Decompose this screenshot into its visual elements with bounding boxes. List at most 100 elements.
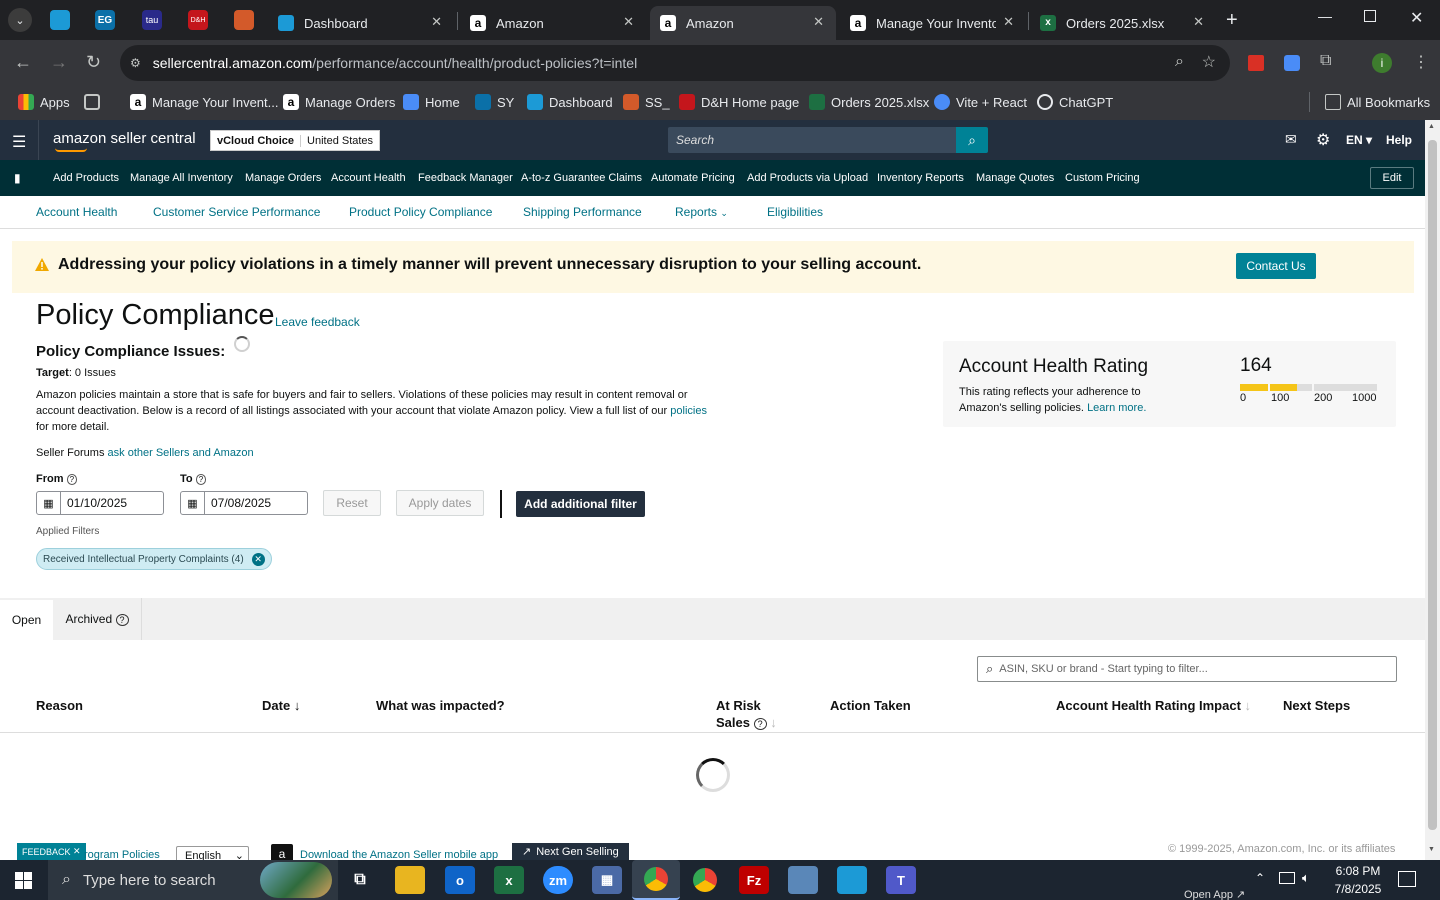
filezilla-icon[interactable]: Fz [739,866,769,894]
ask-sellers-link[interactable]: ask other Sellers and Amazon [108,447,254,459]
tab-dashboard[interactable]: Dashboard ✕ [268,6,454,40]
minimize-icon[interactable]: — [1318,8,1332,24]
help-link[interactable]: Help [1386,133,1412,147]
close-tab-icon[interactable]: ✕ [1003,14,1014,30]
extension-blue-icon[interactable] [1284,55,1300,71]
nav-manage-quotes[interactable]: Manage Quotes [976,172,1054,184]
nav-account-health[interactable]: Account Health [331,172,406,184]
tab-orders-xlsx[interactable]: x Orders 2025.xlsx ✕ [1030,6,1216,40]
pinned-tab-2[interactable]: EG [95,10,115,30]
nav-feedback-manager[interactable]: Feedback Manager [418,172,513,184]
settings-gear-icon[interactable]: ⚙ [1316,130,1330,150]
zoom-app-icon[interactable]: zm [543,866,573,894]
bookmark-icon[interactable]: ▮ [14,171,21,185]
nav-custom-pricing[interactable]: Custom Pricing [1065,172,1140,184]
sort-icon[interactable]: ↓ [770,715,777,730]
help-icon[interactable]: ? [115,614,129,626]
pinned-tab-4[interactable]: D&H [188,10,208,30]
bookmark-sy[interactable]: SY [475,94,514,110]
help-icon[interactable]: ? [66,474,78,485]
scroll-down-icon[interactable]: ▼ [1428,846,1435,853]
close-tab-icon[interactable]: ✕ [623,14,634,30]
dashboard-app-icon[interactable] [837,866,867,894]
restore-icon[interactable] [1364,10,1376,22]
scroll-up-icon[interactable]: ▲ [1428,123,1435,130]
hamburger-menu-icon[interactable]: ☰ [12,132,26,152]
clock[interactable]: 6:08 PM 7/8/2025 [1330,864,1386,896]
notepad-icon[interactable] [788,866,818,894]
show-hidden-icons-icon[interactable]: ⌃ [1255,871,1265,885]
bookmark-chatgpt[interactable]: ChatGPT [1037,94,1113,110]
leave-feedback-link[interactable]: Leave feedback [275,315,360,329]
learn-more-link[interactable]: Learn more. [1087,402,1146,414]
language-selector[interactable]: EN ▾ [1346,133,1372,147]
new-tab-icon[interactable]: + [1226,9,1238,32]
nav-inventory-reports[interactable]: Inventory Reports [877,172,964,184]
nav-manage-all-inventory[interactable]: Manage All Inventory [130,172,233,184]
forward-icon[interactable]: → [50,52,68,73]
tab-manage-inventory[interactable]: a Manage Your Inventor ✕ [840,6,1026,40]
help-icon[interactable]: ? [753,718,767,730]
scrollbar-thumb[interactable] [1428,140,1437,830]
mail-icon[interactable]: ✉ [1285,131,1297,148]
table-filter-input[interactable]: ⌕ ASIN, SKU or brand - Start typing to f… [977,656,1397,682]
file-explorer-icon[interactable] [395,866,425,894]
help-icon[interactable]: ? [195,474,207,485]
search-input[interactable]: Search [668,127,956,153]
close-window-icon[interactable]: ✕ [1410,8,1423,28]
ah-nav-eligibilities[interactable]: Eligibilities [767,205,823,219]
bookmark-orders-xlsx[interactable]: Orders 2025.xlsx [809,94,929,110]
remove-filter-icon[interactable]: ✕ [251,552,265,566]
col-date[interactable]: Date ↓ [262,698,300,713]
pinned-tab-1[interactable] [50,10,70,30]
excel-icon[interactable]: x [494,866,524,894]
site-info-icon[interactable]: ⚙ [130,56,141,70]
open-app-hint[interactable]: Open App ↗ [1184,888,1245,900]
back-icon[interactable]: ← [14,52,32,73]
tab-amazon-1[interactable]: a Amazon ✕ [460,6,646,40]
close-tab-icon[interactable]: ✕ [813,14,824,30]
bookmark-manage-orders[interactable]: a Manage Orders [283,94,395,110]
sort-icon[interactable]: ↓ [1245,698,1252,713]
reset-button[interactable]: Reset [323,490,381,516]
edit-nav-button[interactable]: Edit [1370,167,1414,189]
tab-open[interactable]: Open [0,598,53,640]
tab-archived[interactable]: Archived ? [53,598,142,640]
apply-dates-button[interactable]: Apply dates [396,490,484,516]
bookmark-dashboard[interactable]: Dashboard [527,94,613,110]
bookmark-home[interactable]: Home [403,94,460,110]
chrome-active-icon[interactable] [632,860,680,900]
windows-start-icon[interactable] [15,872,32,889]
bookmark-dh-home[interactable]: D&H Home page [679,94,799,110]
calendar-icon[interactable]: ▦ [181,492,205,514]
to-date-input[interactable]: ▦ 07/08/2025 [180,491,308,515]
pinned-tab-3[interactable]: tau [142,10,162,30]
bookmark-star-icon[interactable]: ☆ [1202,52,1216,72]
volume-icon[interactable]: 🔈︎ [1302,870,1310,886]
pinned-tab-5[interactable] [234,10,254,30]
reload-icon[interactable]: ↻ [86,52,101,73]
add-filter-button[interactable]: Add additional filter [516,491,645,517]
nav-a-to-z-claims[interactable]: A-to-z Guarantee Claims [521,172,642,184]
close-tab-icon[interactable]: ✕ [431,14,442,30]
calendar-icon[interactable]: ▦ [37,492,61,514]
contact-us-button[interactable]: Contact Us [1236,253,1316,279]
ah-nav-reports[interactable]: Reports ⌄ [675,205,728,219]
zoom-icon[interactable]: ⌕ [1175,53,1184,71]
extension-pdf-icon[interactable] [1248,55,1264,71]
nav-add-products[interactable]: Add Products [53,172,119,184]
feedback-button[interactable]: FEEDBACK ✕ [17,843,86,860]
search-icon[interactable]: ⌕ [956,127,988,153]
address-bar[interactable]: ⚙ sellercentral.amazon.com/performance/a… [120,45,1230,81]
profile-avatar[interactable]: i [1372,53,1392,73]
bookmark-vite-react[interactable]: Vite + React [934,94,1027,110]
extensions-puzzle-icon[interactable]: ⧉ [1320,52,1331,70]
col-sales[interactable]: Sales ? ↓ [716,715,777,730]
chrome-profile-icon[interactable] [690,866,720,894]
close-tab-icon[interactable]: ✕ [1193,14,1204,30]
store-switcher[interactable]: vCloud Choice United States [210,130,381,151]
next-gen-selling-button[interactable]: ↗ Next Gen Selling [512,843,629,860]
teams-icon[interactable]: T [886,866,916,894]
tab-amazon-active[interactable]: a Amazon ✕ [650,6,836,40]
bookmark-grid[interactable] [84,94,106,110]
